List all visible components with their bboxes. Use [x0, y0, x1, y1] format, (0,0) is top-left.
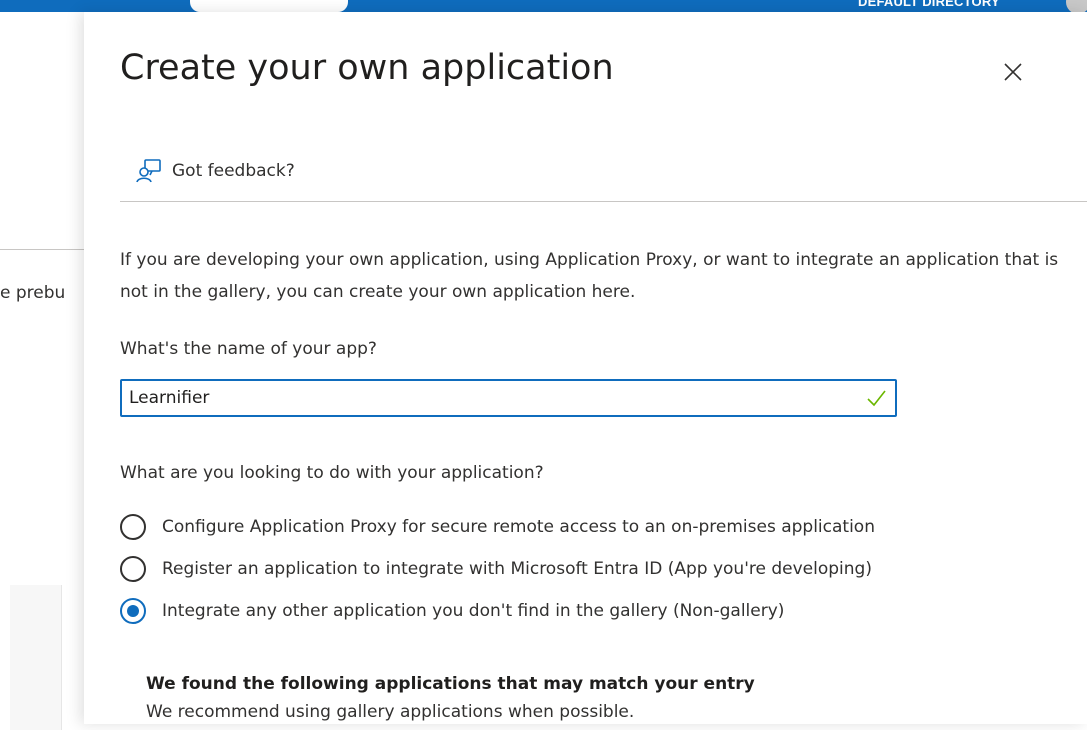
background-card — [10, 585, 62, 730]
purpose-options: Configure Application Proxy for secure r… — [120, 506, 875, 632]
app-name-label: What's the name of your app? — [120, 339, 377, 359]
checkmark-icon — [867, 390, 886, 407]
purpose-question: What are you looking to do with your app… — [120, 463, 544, 483]
radio-button-selected[interactable] — [120, 598, 146, 624]
option-label: Integrate any other application you don'… — [162, 601, 785, 621]
app-name-input[interactable] — [122, 381, 865, 415]
option-app-proxy[interactable]: Configure Application Proxy for secure r… — [120, 506, 875, 548]
background-partial-text: e prebu — [0, 283, 66, 303]
app-name-field[interactable] — [120, 379, 897, 417]
matches-subtitle: We recommend using gallery applications … — [146, 702, 635, 722]
create-app-panel: Create your own application Got feedback… — [84, 12, 1087, 724]
global-search-box[interactable] — [190, 0, 348, 12]
top-bar: DEFAULT DIRECTORY — [0, 0, 1087, 14]
feedback-label: Got feedback? — [172, 161, 295, 181]
directory-label[interactable]: DEFAULT DIRECTORY — [858, 0, 1000, 9]
option-label: Register an application to integrate wit… — [162, 559, 872, 579]
page-title: Create your own application — [120, 48, 614, 88]
feedback-icon — [136, 159, 161, 183]
option-non-gallery[interactable]: Integrate any other application you don'… — [120, 590, 875, 632]
option-register-app[interactable]: Register an application to integrate wit… — [120, 548, 875, 590]
close-button[interactable] — [1000, 59, 1026, 85]
option-label: Configure Application Proxy for secure r… — [162, 517, 875, 537]
close-icon — [1004, 63, 1022, 81]
feedback-link[interactable]: Got feedback? — [136, 158, 295, 184]
intro-text: If you are developing your own applicati… — [120, 250, 1059, 302]
background-divider — [0, 249, 84, 250]
panel-divider — [120, 201, 1087, 202]
matches-title: We found the following applications that… — [146, 674, 755, 694]
radio-button[interactable] — [120, 514, 146, 540]
radio-button[interactable] — [120, 556, 146, 582]
